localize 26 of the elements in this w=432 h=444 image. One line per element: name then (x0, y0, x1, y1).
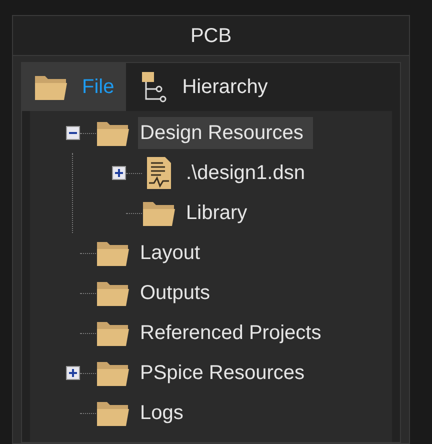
folder-icon (96, 359, 130, 387)
tree-item[interactable]: Design Resources (138, 117, 314, 149)
tree-item[interactable]: Library (184, 197, 250, 229)
folder-icon (34, 73, 68, 101)
tree-item[interactable]: PSpice Resources (138, 357, 307, 389)
plus-icon (69, 369, 77, 377)
minus-icon (69, 129, 77, 137)
plus-icon (115, 169, 123, 177)
tree-item[interactable]: Layout (138, 237, 202, 269)
folder-icon (96, 319, 130, 347)
expander-toggle[interactable] (112, 166, 126, 180)
tree-item[interactable]: .\design1.dsn (184, 157, 307, 189)
tab[interactable]: File (22, 63, 126, 111)
expander-toggle[interactable] (66, 126, 80, 140)
folder-icon (96, 239, 130, 267)
schematic-file-icon (145, 156, 173, 190)
folder-icon (96, 119, 130, 147)
folder-icon (96, 399, 130, 427)
panel-title: PCB (190, 24, 232, 48)
folder-icon (96, 279, 130, 307)
tab[interactable]: Hierarchy (126, 63, 280, 111)
tree-item[interactable]: Logs (138, 397, 186, 429)
tree-item[interactable]: Referenced Projects (138, 317, 324, 349)
expander-toggle[interactable] (66, 366, 80, 380)
tree-item[interactable]: Outputs (138, 277, 212, 309)
folder-icon (142, 199, 176, 227)
